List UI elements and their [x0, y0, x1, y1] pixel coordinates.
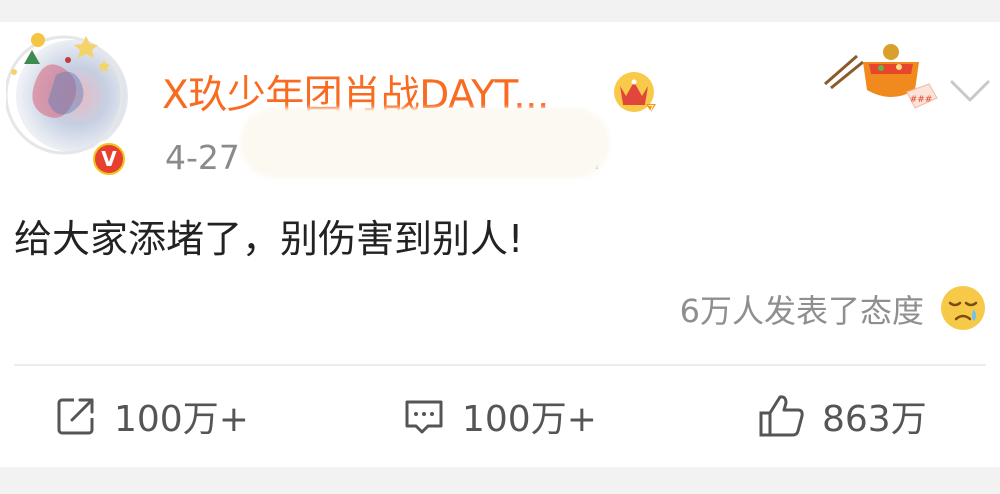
repost-button[interactable]: 100万+ [54, 388, 249, 444]
like-count: 863万 [822, 399, 927, 440]
comment-count: 100万+ [462, 399, 597, 440]
svg-text:###: ### [910, 95, 933, 105]
avatar-frame-decoration [6, 33, 124, 155]
divider [14, 364, 986, 366]
hotpot-decoration-icon: ### [824, 44, 938, 109]
repost-icon [57, 398, 94, 435]
repost-count: 100万+ [114, 399, 249, 440]
like-button[interactable]: 863万 [758, 388, 927, 444]
verified-v-icon: V [95, 145, 123, 173]
verified-badge: V [90, 140, 128, 178]
reactions-summary[interactable]: 6万人发表了态度 [680, 286, 924, 332]
redacted-source-mask [240, 108, 610, 178]
crown-level-icon: 7 [614, 72, 656, 114]
svg-text:7: 7 [648, 104, 654, 114]
thumbs-up-icon [759, 395, 804, 437]
chevron-down-icon[interactable] [948, 72, 992, 108]
post-meta-date: 4-27 [165, 138, 240, 177]
comment-button[interactable]: 100万+ [402, 388, 597, 444]
comment-icon [405, 400, 443, 434]
post-content: 给大家添堵了，别伤害到别人! [14, 217, 524, 261]
feed-separator [0, 467, 1000, 494]
crying-emoji-icon [941, 286, 985, 330]
